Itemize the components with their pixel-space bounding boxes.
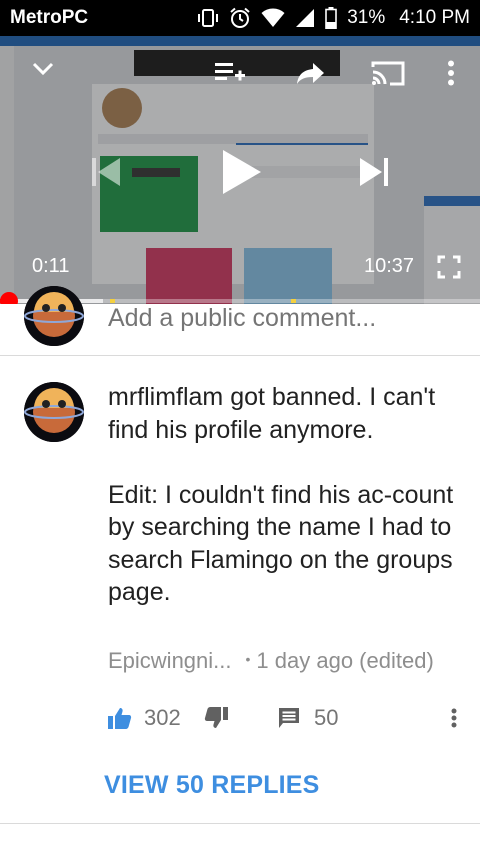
add-to-queue-icon [215,63,245,81]
next-video-button[interactable] [354,152,394,192]
dislike-button[interactable] [204,700,228,736]
thumbs-down-icon [204,707,228,728]
more-vert-icon [451,708,457,728]
current-time: 0:11 [32,255,70,277]
comment-author[interactable]: Epicwingni... [108,648,232,674]
previous-video-button[interactable] [86,152,126,192]
seek-handle[interactable] [0,292,18,304]
comment-paragraph: Edit: I couldn't find his ac-count by se… [108,480,454,607]
comment-icon [279,708,299,728]
status-icons: 31% 4:10 PM [197,7,470,29]
meta-separator: • [245,651,251,667]
video-player[interactable]: 0:11 10:37 [0,36,480,304]
divider [0,823,480,824]
fullscreen-button[interactable] [434,252,464,282]
view-replies-link[interactable]: VIEW 50 REPLIES [104,771,320,800]
more-vert-icon [448,60,454,86]
comment-actions: 302 50 [108,700,468,736]
minimize-player-button[interactable] [26,52,60,86]
carrier-name: MetroPCS [10,7,88,28]
wifi-icon [261,8,285,28]
planet-avatar-icon [24,286,84,346]
skip-next-icon [360,158,388,186]
like-button[interactable] [108,700,132,736]
cast-button[interactable] [368,56,408,90]
comment-body: mrflimflam got banned. I can't find his … [108,381,468,609]
status-clock: 4:10 PM [399,7,470,28]
planet-avatar-icon [24,382,84,442]
chevron-down-icon [32,62,54,76]
share-button[interactable] [294,56,328,90]
cast-icon [371,61,405,86]
player-more-button[interactable] [438,56,464,90]
thumbs-up-icon [108,708,132,729]
comment-paragraph: mrflimflam got banned. I can't find his … [108,383,436,444]
fullscreen-icon [437,255,461,279]
comment-timestamp: 1 day ago (edited) [256,648,434,673]
reply-count: 50 [314,705,339,730]
commenter-avatar[interactable] [24,382,84,442]
skip-previous-icon [92,158,120,186]
comment-meta: Epicwingni... • 1 day ago (edited) [108,648,468,674]
play-button[interactable] [214,144,270,200]
play-icon [223,150,261,194]
signal-icon [295,8,315,28]
add-comment-input[interactable] [108,300,448,336]
reply-button[interactable] [278,700,300,736]
like-count: 302 [144,705,181,730]
add-to-queue-button[interactable] [212,56,248,90]
battery-percent: 31% [347,7,386,28]
battery-icon [325,7,338,29]
avatar [24,286,84,346]
video-duration: 10:37 [364,255,415,277]
status-bar: MetroPCS 31% 4:10 PM [0,0,480,36]
alarm-icon [229,7,251,29]
comment-more-button[interactable] [444,700,464,736]
divider [0,355,480,356]
vibrate-icon [197,8,219,28]
share-icon [297,63,324,84]
